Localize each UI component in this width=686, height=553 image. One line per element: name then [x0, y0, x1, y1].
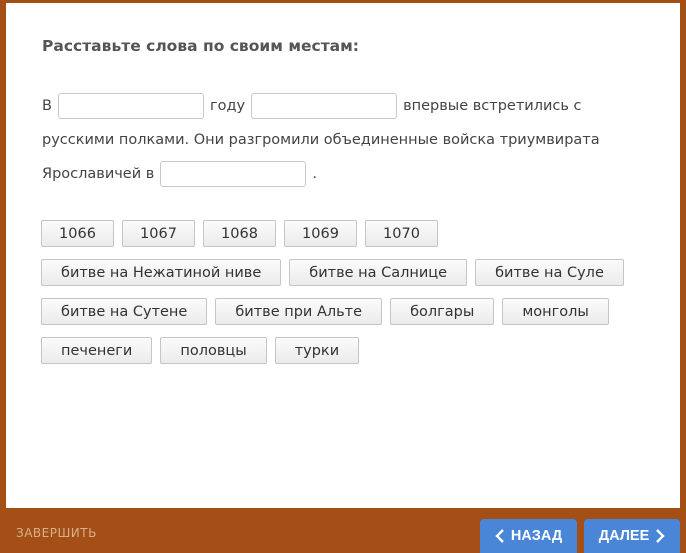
back-button-label: НАЗАД — [510, 528, 563, 544]
word-chip[interactable]: битве на Нежатиной ниве — [41, 259, 282, 286]
word-chip[interactable]: болгары — [390, 298, 495, 325]
sentence-text: впервые встретились с — [403, 98, 582, 114]
word-chip[interactable]: 1068 — [203, 220, 276, 247]
word-chip[interactable]: битве на Салнице — [289, 259, 468, 286]
word-chip[interactable]: 1069 — [284, 220, 357, 247]
chevron-right-icon — [656, 529, 665, 543]
next-button-label: ДАЛЕЕ — [598, 528, 650, 544]
drop-slot-3[interactable] — [160, 161, 307, 187]
word-chip[interactable]: 1066 — [41, 220, 114, 247]
sentence-text: Ярославичей в — [42, 166, 155, 182]
word-chip[interactable]: битве на Суле — [475, 259, 624, 286]
next-button[interactable]: ДАЛЕЕ — [584, 519, 680, 553]
drop-slot-2[interactable] — [251, 93, 398, 119]
sentence-line-2: русскими полками. Они разгромили объедин… — [42, 123, 642, 157]
sentence-text: русскими полками. Они разгромили объедин… — [42, 132, 600, 148]
word-chip[interactable]: 1067 — [122, 220, 195, 247]
sentence-text: В — [42, 98, 52, 114]
finish-link[interactable]: ЗАВЕРШИТЬ — [16, 526, 97, 540]
sentence-text: . — [312, 166, 317, 182]
word-bank: 1066 1067 1068 1069 1070 битве на Нежати… — [41, 220, 641, 364]
sentence-line-3: Ярославичей в . — [42, 157, 642, 191]
back-button[interactable]: НАЗАД — [480, 519, 577, 553]
word-chip[interactable]: половцы — [160, 337, 267, 364]
sentence-text: году — [209, 98, 246, 114]
word-chip[interactable]: битве при Альте — [215, 298, 383, 325]
sentence: В году впервые встретились с русскими по… — [42, 89, 642, 191]
task-title: Расставьте слова по своим местам: — [42, 37, 360, 55]
word-chip[interactable]: монголы — [502, 298, 609, 325]
chevron-left-icon — [495, 529, 504, 543]
sentence-line-1: В году впервые встретились с — [42, 89, 642, 123]
drop-slot-1[interactable] — [57, 93, 204, 119]
word-chip[interactable]: печенеги — [41, 337, 153, 364]
task-panel: Расставьте слова по своим местам: В году… — [6, 3, 680, 508]
word-chip[interactable]: турки — [274, 337, 360, 364]
word-chip[interactable]: битве на Сутене — [41, 298, 208, 325]
word-chip[interactable]: 1070 — [365, 220, 438, 247]
